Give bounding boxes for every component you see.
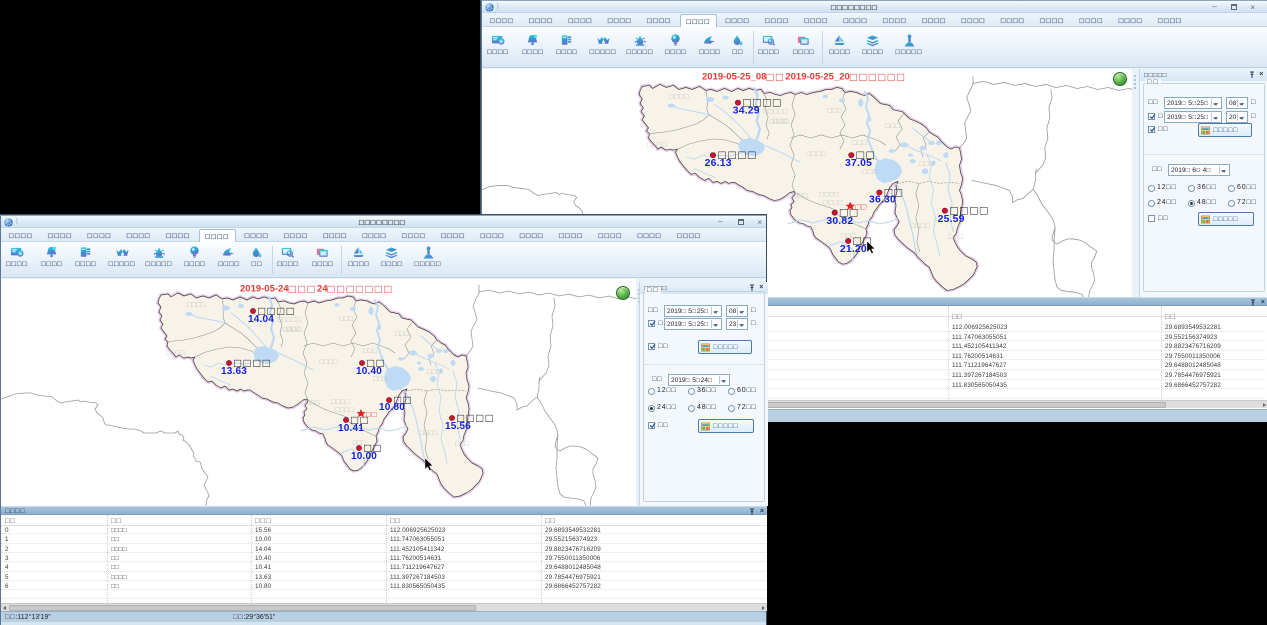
svg-text:10.41: 10.41 xyxy=(338,423,364,434)
svg-text:14.04: 14.04 xyxy=(248,314,274,325)
svg-text:21.20: 21.20 xyxy=(840,244,867,255)
svg-text:15.56: 15.56 xyxy=(445,421,471,432)
svg-text:25.59: 25.59 xyxy=(938,214,965,225)
svg-text:30.82: 30.82 xyxy=(826,216,853,227)
svg-text:37.05: 37.05 xyxy=(845,158,872,169)
svg-text:13.63: 13.63 xyxy=(221,366,247,377)
svg-text:36.30: 36.30 xyxy=(869,195,896,206)
svg-text:34.29: 34.29 xyxy=(733,106,760,117)
svg-text:26.13: 26.13 xyxy=(705,158,732,169)
svg-text:10.40: 10.40 xyxy=(356,366,382,377)
svg-text:10.80: 10.80 xyxy=(379,402,405,413)
svg-text:10.00: 10.00 xyxy=(351,451,377,462)
